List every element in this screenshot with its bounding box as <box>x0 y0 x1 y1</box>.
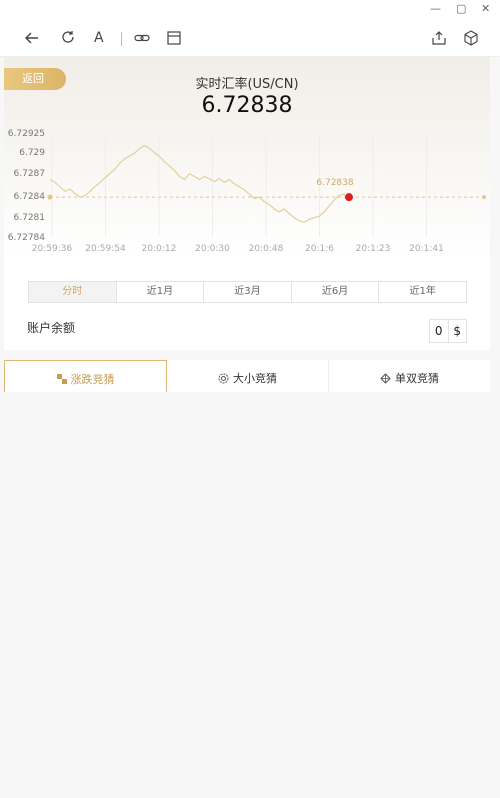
rate-series-line <box>49 144 350 223</box>
x-tick-label: 20:0:48 <box>249 244 284 254</box>
maximize-button[interactable]: ▢ <box>456 2 466 15</box>
period-tabs: 分时 近1月 近3月 近6月 近1年 <box>28 281 467 303</box>
balance-currency: $ <box>453 324 462 338</box>
close-button[interactable]: ✕ <box>481 2 490 15</box>
rate-chart: 20:59:36 20:59:54 20:0:12 20:0:30 20:0:48 20:… <box>8 129 486 254</box>
y-tick-label: 6.729 <box>19 148 45 158</box>
tab-intraday[interactable]: 分时 <box>29 282 117 302</box>
browser-toolbar: A <box>0 20 500 57</box>
balance-label: 账户余额 <box>27 321 76 335</box>
y-tick-label: 6.7281 <box>14 213 46 223</box>
x-tick-label: 20:1:41 <box>409 244 444 254</box>
tab-6-months[interactable]: 近6月 <box>292 282 380 302</box>
font-icon[interactable]: A <box>94 30 112 48</box>
x-tick-label: 20:59:36 <box>32 244 73 254</box>
gear-icon <box>218 373 229 383</box>
baseline-start-marker <box>47 194 53 200</box>
x-tick-label: 20:1:23 <box>356 244 391 254</box>
x-tick-label: 20:0:12 <box>142 244 177 254</box>
y-tick-label: 6.72784 <box>8 233 45 243</box>
page-title: 实时汇率(US/CN) <box>195 77 299 92</box>
tab-1-year[interactable]: 近1年 <box>379 282 466 302</box>
title-bar: — ▢ ✕ <box>0 0 500 20</box>
x-tick-label: 20:59:54 <box>85 244 126 254</box>
x-tick-label: 20:1:6 <box>305 244 334 254</box>
tab-3-months[interactable]: 近3月 <box>204 282 292 302</box>
y-tick-label: 6.72925 <box>8 129 45 139</box>
share-icon[interactable] <box>430 29 448 47</box>
current-rate-label: 6.72838 <box>316 178 353 188</box>
refresh-icon[interactable] <box>59 29 77 47</box>
y-tick-label: 6.7287 <box>14 169 46 179</box>
minimize-button[interactable]: — <box>430 2 441 15</box>
window-icon[interactable] <box>165 29 183 47</box>
x-tick-label: 20:0:30 <box>195 244 230 254</box>
current-rate-point <box>345 193 353 202</box>
tab-label: 单双竞猜 <box>395 372 439 385</box>
checker-icon <box>56 374 67 384</box>
rate-card: 返回 实时汇率(US/CN) 6.72838 20:59:36 20:59:54 2… <box>4 57 490 350</box>
balance-display: 0 $ <box>429 319 467 343</box>
tab-odd-even-guess[interactable]: 单双竞猜 <box>329 360 490 392</box>
tab-label: 大小竞猜 <box>233 372 277 385</box>
back-arrow-icon[interactable] <box>23 29 41 47</box>
diamond-icon <box>380 372 391 384</box>
tab-up-down-guess[interactable]: 涨跌竞猜 <box>4 360 167 392</box>
tab-big-small-guess[interactable]: 大小竞猜 <box>167 360 329 392</box>
cube-icon[interactable] <box>462 29 480 47</box>
link-icon[interactable] <box>133 29 151 47</box>
tab-label: 涨跌竞猜 <box>70 373 115 386</box>
game-tabs: 涨跌竞猜 大小竞猜 单双竞猜 <box>4 360 490 392</box>
current-rate: 6.72838 <box>201 93 293 118</box>
balance-value: 0 <box>430 320 449 342</box>
y-tick-label: 6.7284 <box>14 192 46 202</box>
baseline-end-marker <box>482 195 486 200</box>
toolbar-separator <box>121 32 122 46</box>
tab-1-month[interactable]: 近1月 <box>117 282 205 302</box>
